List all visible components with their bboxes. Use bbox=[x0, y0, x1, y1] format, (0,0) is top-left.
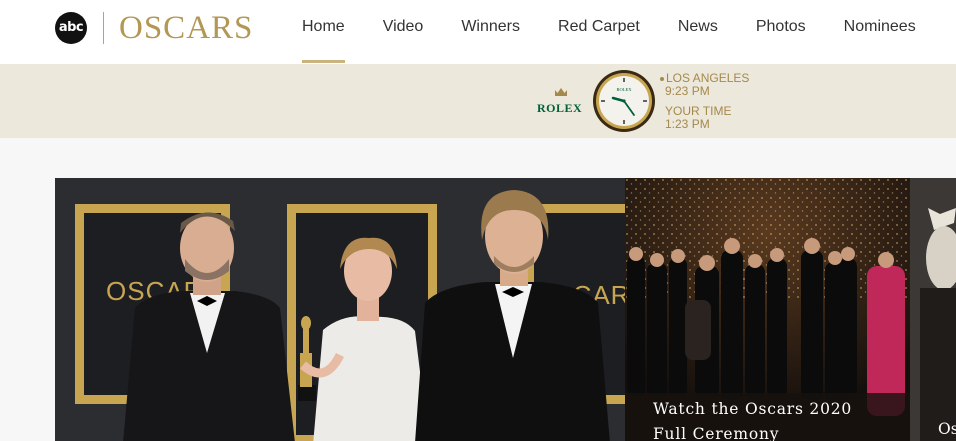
video-card-next[interactable]: Os bbox=[910, 178, 956, 441]
person-silhouette bbox=[123, 212, 295, 441]
la-time-value: 9:23 PM bbox=[665, 84, 710, 98]
rolex-crown-icon bbox=[555, 88, 567, 96]
next-card-photo bbox=[910, 178, 956, 441]
logo-divider bbox=[103, 12, 104, 44]
clock-icon: ROLEX bbox=[593, 70, 655, 132]
your-time-value: 1:23 PM bbox=[665, 117, 710, 131]
nav-photos[interactable]: Photos bbox=[737, 0, 825, 64]
video-card-ceremony[interactable]: Watch the Oscars 2020 Full Ceremony bbox=[625, 178, 910, 441]
clock-dial-text: ROLEX bbox=[617, 87, 633, 92]
oscars-logo[interactable]: OSCARS bbox=[119, 11, 253, 45]
location-dot-icon bbox=[660, 76, 664, 81]
nav-news[interactable]: News bbox=[659, 0, 737, 64]
nav-red-carpet[interactable]: Red Carpet bbox=[539, 0, 659, 64]
card-title-line: Watch the Oscars 2020 bbox=[653, 400, 853, 418]
rolex-logo[interactable]: ROLEX bbox=[537, 101, 582, 116]
nav-video[interactable]: Video bbox=[364, 0, 443, 64]
card-title: Os bbox=[938, 420, 956, 438]
card-title: Watch the Oscars 2020 Full Ceremony bbox=[653, 397, 852, 441]
nav-nominees[interactable]: Nominees bbox=[825, 0, 935, 64]
card-title-line: Full Ceremony bbox=[653, 425, 780, 441]
abc-logo[interactable]: abc bbox=[55, 12, 87, 44]
nav-home[interactable]: Home bbox=[283, 0, 364, 64]
main-nav: Home Video Winners Red Carpet News Photo… bbox=[283, 0, 935, 64]
rolex-clock-banner[interactable] bbox=[0, 64, 956, 138]
site-header: abc OSCARS Home Video Winners Red Carpet… bbox=[0, 0, 956, 64]
nav-winners[interactable]: Winners bbox=[442, 0, 539, 64]
hero-photo[interactable]: OSCARS OSCARS bbox=[55, 178, 625, 441]
your-time: YOUR TIME 1:23 PM bbox=[660, 105, 731, 131]
person-silhouette bbox=[415, 190, 610, 441]
la-time: LOS ANGELES 9:23 PM bbox=[660, 72, 749, 98]
la-label: LOS ANGELES bbox=[666, 71, 750, 85]
